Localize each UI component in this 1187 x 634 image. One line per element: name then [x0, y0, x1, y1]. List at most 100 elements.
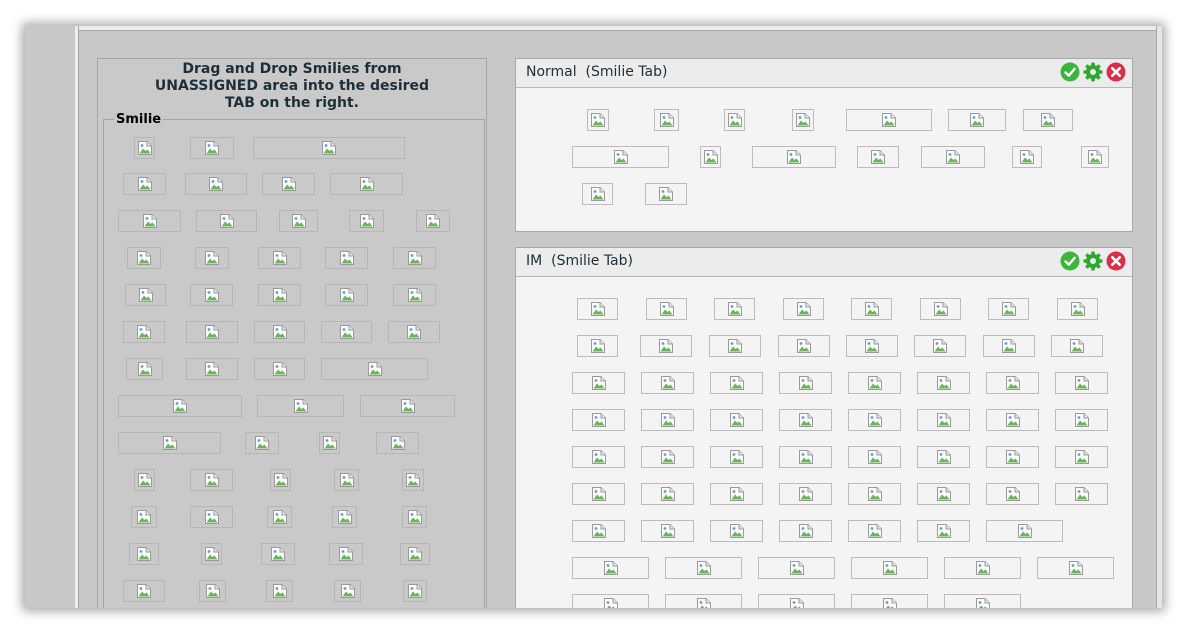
smilie-slot[interactable]: [846, 109, 932, 131]
smilie-slot[interactable]: [123, 173, 166, 195]
smilie-slot[interactable]: [783, 298, 824, 320]
smilie-slot[interactable]: [665, 557, 742, 579]
smilie-slot[interactable]: [332, 506, 357, 528]
smilie-slot[interactable]: [641, 483, 694, 505]
smilie-slot[interactable]: [572, 483, 625, 505]
check-circle-icon[interactable]: [1060, 251, 1080, 271]
smilie-slot[interactable]: [752, 146, 836, 168]
smilie-slot[interactable]: [857, 146, 899, 168]
smilie-slot[interactable]: [186, 358, 238, 380]
smilie-slot[interactable]: [125, 284, 166, 306]
smilie-slot[interactable]: [846, 335, 898, 357]
smilie-slot[interactable]: [195, 247, 229, 269]
smilie-slot[interactable]: [1051, 335, 1103, 357]
check-circle-icon[interactable]: [1060, 62, 1080, 82]
smilie-slot[interactable]: [921, 146, 985, 168]
smilie-slot[interactable]: [334, 469, 359, 491]
smilie-slot[interactable]: [779, 372, 832, 394]
close-circle-icon[interactable]: [1106, 251, 1126, 271]
smilie-slot[interactable]: [848, 446, 901, 468]
smilie-slot[interactable]: [917, 409, 970, 431]
smilie-slot[interactable]: [416, 210, 450, 232]
smilie-slot[interactable]: [190, 137, 234, 159]
smilie-slot[interactable]: [572, 594, 649, 608]
smilie-slot[interactable]: [988, 298, 1029, 320]
smilie-slot[interactable]: [118, 432, 221, 454]
smilie-slot[interactable]: [986, 409, 1039, 431]
smilie-slot[interactable]: [848, 372, 901, 394]
smilie-slot[interactable]: [646, 298, 687, 320]
smilie-slot[interactable]: [190, 506, 233, 528]
smilie-slot[interactable]: [572, 520, 625, 542]
smilie-slot[interactable]: [851, 594, 928, 608]
smilie-slot[interactable]: [792, 109, 814, 131]
smilie-slot[interactable]: [403, 580, 427, 602]
smilie-slot[interactable]: [848, 409, 901, 431]
smilie-slot[interactable]: [134, 137, 155, 159]
smilie-slot[interactable]: [360, 395, 455, 417]
smilie-slot[interactable]: [330, 173, 403, 195]
smilie-slot[interactable]: [986, 372, 1039, 394]
smilie-slot[interactable]: [710, 409, 763, 431]
smilie-slot[interactable]: [779, 483, 832, 505]
smilie-slot[interactable]: [254, 358, 305, 380]
smilie-slot[interactable]: [572, 409, 625, 431]
smilie-slot[interactable]: [758, 594, 835, 608]
smilie-slot[interactable]: [572, 372, 625, 394]
smilie-slot[interactable]: [126, 358, 163, 380]
smilie-slot[interactable]: [190, 284, 233, 306]
smilie-slot[interactable]: [190, 469, 233, 491]
smilie-slot[interactable]: [1012, 146, 1042, 168]
smilie-slot[interactable]: [645, 183, 687, 205]
smilie-slot[interactable]: [325, 284, 368, 306]
smilie-slot[interactable]: [267, 506, 292, 528]
smilie-slot[interactable]: [129, 543, 159, 565]
smilie-slot[interactable]: [319, 432, 340, 454]
smilie-slot[interactable]: [758, 557, 835, 579]
smilie-slot[interactable]: [402, 469, 424, 491]
smilie-slot[interactable]: [944, 594, 1021, 608]
smilie-slot[interactable]: [261, 543, 295, 565]
smilie-slot[interactable]: [582, 183, 613, 205]
smilie-slot[interactable]: [388, 321, 440, 343]
smilie-slot[interactable]: [641, 446, 694, 468]
smilie-slot[interactable]: [196, 210, 257, 232]
smilie-slot[interactable]: [917, 446, 970, 468]
smilie-slot[interactable]: [1057, 298, 1098, 320]
smilie-slot[interactable]: [710, 446, 763, 468]
smilie-slot[interactable]: [710, 372, 763, 394]
gear-icon[interactable]: [1083, 62, 1103, 82]
smilie-slot[interactable]: [1081, 146, 1109, 168]
smilie-slot[interactable]: [349, 210, 384, 232]
smilie-slot[interactable]: [710, 520, 763, 542]
smilie-slot[interactable]: [917, 372, 970, 394]
smilie-slot[interactable]: [253, 137, 405, 159]
smilie-slot[interactable]: [917, 520, 970, 542]
smilie-slot[interactable]: [587, 109, 609, 131]
smilie-slot[interactable]: [851, 557, 928, 579]
smilie-slot[interactable]: [1055, 409, 1108, 431]
smilie-slot[interactable]: [402, 506, 427, 528]
smilie-slot[interactable]: [400, 543, 430, 565]
smilie-slot[interactable]: [376, 432, 419, 454]
smilie-slot[interactable]: [700, 146, 721, 168]
smilie-slot[interactable]: [1055, 446, 1108, 468]
smilie-slot[interactable]: [245, 432, 279, 454]
smilie-slot[interactable]: [944, 557, 1021, 579]
smilie-slot[interactable]: [118, 395, 242, 417]
smilie-slot[interactable]: [714, 298, 755, 320]
smilie-slot[interactable]: [186, 321, 238, 343]
smilie-slot[interactable]: [572, 446, 625, 468]
smilie-slot[interactable]: [640, 335, 692, 357]
smilie-slot[interactable]: [185, 173, 247, 195]
smilie-slot[interactable]: [710, 483, 763, 505]
smilie-slot[interactable]: [254, 321, 305, 343]
smilie-slot[interactable]: [258, 247, 301, 269]
smilie-slot[interactable]: [321, 358, 428, 380]
smilie-slot[interactable]: [201, 543, 222, 565]
smilie-slot[interactable]: [270, 469, 291, 491]
smilie-slot[interactable]: [572, 146, 669, 168]
smilie-slot[interactable]: [127, 247, 161, 269]
smilie-slot[interactable]: [920, 298, 961, 320]
smilie-slot[interactable]: [641, 520, 694, 542]
